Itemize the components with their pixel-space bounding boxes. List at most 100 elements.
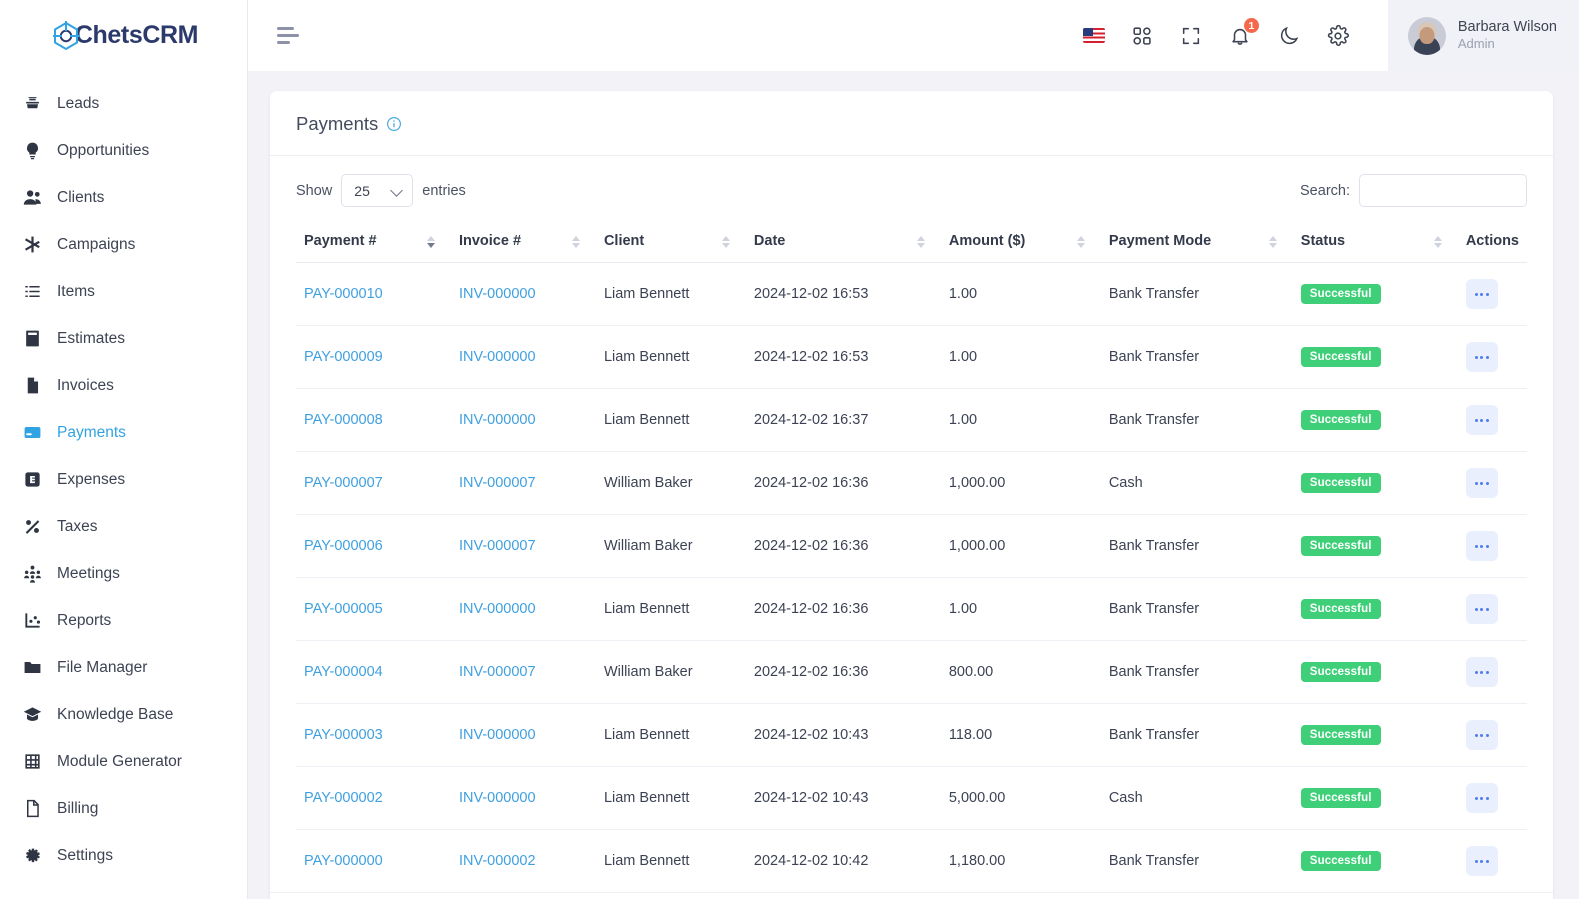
fullscreen-icon[interactable] <box>1180 24 1203 47</box>
column-header-date[interactable]: Date <box>745 221 941 263</box>
sidebar-item-opportunities[interactable]: Opportunities <box>0 127 247 174</box>
sidebar-item-file-manager[interactable]: File Manager <box>0 644 247 691</box>
sidebar-item-meetings[interactable]: Meetings <box>0 550 247 597</box>
sidebar-item-expenses[interactable]: Expenses <box>0 456 247 503</box>
payment-link[interactable]: PAY-000003 <box>304 727 383 743</box>
page-length-select[interactable]: 10 25 50 100 <box>341 174 414 207</box>
folder-icon <box>22 657 43 678</box>
info-circle-icon[interactable] <box>386 116 402 132</box>
payment-link[interactable]: PAY-000000 <box>304 853 383 869</box>
grid-icon <box>22 751 43 772</box>
invoice-link[interactable]: INV-000000 <box>459 349 536 365</box>
invoice-link[interactable]: INV-000000 <box>459 601 536 617</box>
hamburger-icon[interactable] <box>277 27 303 44</box>
settings-gear-icon[interactable] <box>1327 24 1350 47</box>
user-profile-menu[interactable]: Barbara Wilson Admin <box>1387 0 1579 71</box>
payment-link[interactable]: PAY-000006 <box>304 538 383 554</box>
table-row: PAY-000005 INV-000000 Liam Bennett 2024-… <box>296 577 1527 641</box>
brand-logo[interactable]: ChetsCRM <box>0 0 247 71</box>
row-actions-button[interactable] <box>1465 531 1498 561</box>
apps-grid-icon[interactable] <box>1131 24 1154 47</box>
client-cell: Liam Bennett <box>595 829 746 893</box>
invoice-link[interactable]: INV-000000 <box>459 790 536 806</box>
row-actions-button[interactable] <box>1465 279 1498 309</box>
invoice-link[interactable]: INV-000007 <box>459 475 536 491</box>
sidebar-item-label: Taxes <box>57 517 98 535</box>
payment-link[interactable]: PAY-000010 <box>304 286 383 302</box>
file-icon <box>22 375 43 396</box>
client-cell: Liam Bennett <box>595 766 746 830</box>
table-row: PAY-000000 INV-000002 Liam Bennett 2024-… <box>296 829 1527 893</box>
search-control: Search: <box>1300 174 1527 207</box>
avatar <box>1407 16 1446 55</box>
sidebar-item-taxes[interactable]: Taxes <box>0 503 247 550</box>
brand-mark-icon <box>49 19 83 53</box>
sidebar-item-campaigns[interactable]: Campaigns <box>0 221 247 268</box>
date-cell: 2024-12-02 10:43 <box>745 766 941 830</box>
notification-bell-icon[interactable]: 1 <box>1229 17 1260 47</box>
row-actions-button[interactable] <box>1465 720 1498 750</box>
list-icon <box>22 281 43 302</box>
sidebar-item-module-generator[interactable]: Module Generator <box>0 738 247 785</box>
invoice-link[interactable]: INV-000007 <box>459 664 536 680</box>
column-label: Date <box>753 233 786 249</box>
dark-mode-moon-icon[interactable] <box>1278 24 1301 47</box>
sidebar-item-reports[interactable]: Reports <box>0 597 247 644</box>
row-actions-button[interactable] <box>1465 342 1498 372</box>
sidebar-item-estimates[interactable]: Estimates <box>0 315 247 362</box>
column-header-payment-mode[interactable]: Payment Mode <box>1100 221 1293 263</box>
payment-mode-cell: Bank Transfer <box>1100 640 1293 704</box>
payment-link[interactable]: PAY-000002 <box>304 790 383 806</box>
column-header-payment-number[interactable]: Payment # <box>296 221 451 263</box>
row-actions-button[interactable] <box>1465 594 1498 624</box>
column-header-client[interactable]: Client <box>595 221 746 263</box>
table-row: PAY-000003 INV-000000 Liam Bennett 2024-… <box>296 703 1527 767</box>
sidebar-item-items[interactable]: Items <box>0 268 247 315</box>
invoice-link[interactable]: INV-000000 <box>459 286 536 302</box>
sidebar-item-settings[interactable]: Settings <box>0 832 247 879</box>
column-header-amount[interactable]: Amount ($) <box>940 221 1101 263</box>
brand-name: ChetsCRM <box>74 21 199 49</box>
status-badge: Successful <box>1300 410 1381 430</box>
column-label: Payment Mode <box>1108 233 1212 249</box>
sidebar-item-payments[interactable]: Payments <box>0 409 247 456</box>
topbar: 1 Barbara Wilson Admin <box>248 0 1579 71</box>
payment-mode-cell: Cash <box>1100 766 1293 830</box>
column-header-status[interactable]: Status <box>1292 221 1458 263</box>
payment-link[interactable]: PAY-000004 <box>304 664 383 680</box>
client-cell: Liam Bennett <box>595 388 746 452</box>
row-actions-button[interactable] <box>1465 846 1498 876</box>
payment-link[interactable]: PAY-000005 <box>304 601 383 617</box>
column-label: Amount ($) <box>948 233 1026 249</box>
sidebar-item-invoices[interactable]: Invoices <box>0 362 247 409</box>
column-header-invoice-number[interactable]: Invoice # <box>450 221 596 263</box>
sidebar-item-clients[interactable]: Clients <box>0 174 247 221</box>
sidebar-item-knowledge-base[interactable]: Knowledge Base <box>0 691 247 738</box>
document-icon <box>22 798 43 819</box>
client-cell: Liam Bennett <box>595 703 746 767</box>
invoice-link[interactable]: INV-000007 <box>459 538 536 554</box>
payment-link[interactable]: PAY-000009 <box>304 349 383 365</box>
table-row: PAY-000006 INV-000007 William Baker 2024… <box>296 514 1527 578</box>
invoice-link[interactable]: INV-000002 <box>459 853 536 869</box>
date-cell: 2024-12-02 10:43 <box>745 703 941 767</box>
row-actions-button[interactable] <box>1465 405 1498 435</box>
search-input[interactable] <box>1359 174 1527 207</box>
language-flag-us-icon[interactable] <box>1082 28 1105 43</box>
row-actions-button[interactable] <box>1465 468 1498 498</box>
sidebar-item-leads[interactable]: Leads <box>0 80 247 127</box>
payment-link[interactable]: PAY-000008 <box>304 412 383 428</box>
date-cell: 2024-12-02 16:53 <box>745 325 941 389</box>
calculator-icon <box>22 328 43 349</box>
client-cell: William Baker <box>595 514 746 578</box>
row-actions-button[interactable] <box>1465 783 1498 813</box>
payment-link[interactable]: PAY-000007 <box>304 475 383 491</box>
invoice-link[interactable]: INV-000000 <box>459 412 536 428</box>
sidebar-item-billing[interactable]: Billing <box>0 785 247 832</box>
amount-cell: 1,000.00 <box>940 451 1101 515</box>
entries-label: entries <box>422 182 466 199</box>
table-row: PAY-000002 INV-000000 Liam Bennett 2024-… <box>296 766 1527 830</box>
status-badge: Successful <box>1300 662 1381 682</box>
row-actions-button[interactable] <box>1465 657 1498 687</box>
invoice-link[interactable]: INV-000000 <box>459 727 536 743</box>
